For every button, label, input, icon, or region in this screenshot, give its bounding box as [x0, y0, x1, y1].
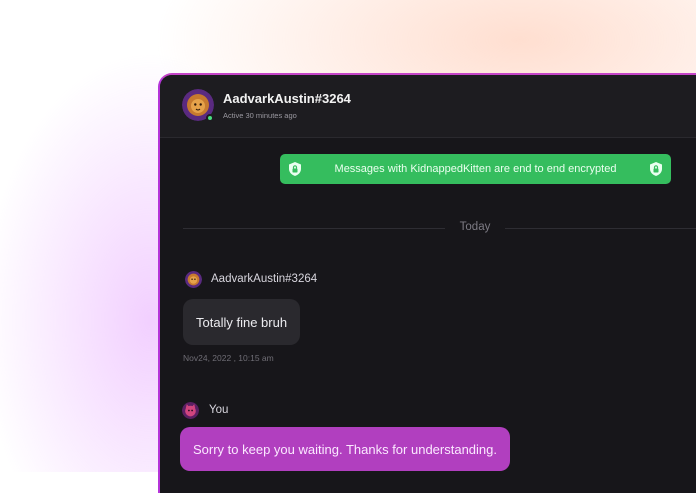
online-status-dot [206, 114, 214, 122]
shield-lock-icon [650, 162, 662, 176]
message-sender-name: AadvarkAustin#3264 [211, 273, 318, 285]
contact-status: Active 30 minutes ago [223, 111, 297, 120]
cat-avatar-icon [182, 402, 199, 419]
user-avatar[interactable] [182, 402, 199, 419]
lion-avatar-icon [185, 271, 202, 288]
chat-header: AadvarkAustin#3264 Active 30 minutes ago [160, 75, 696, 138]
encryption-banner-text: Messages with KidnappedKitten are end to… [334, 163, 617, 175]
shield-lock-icon [289, 162, 301, 176]
chat-window: AadvarkAustin#3264 Active 30 minutes ago… [158, 73, 696, 493]
date-divider-line-left [183, 228, 445, 229]
message-sender-name: You [209, 404, 229, 416]
date-divider-line-right [505, 228, 696, 229]
contact-name[interactable]: AadvarkAustin#3264 [223, 91, 351, 106]
outgoing-message-bubble[interactable]: Sorry to keep you waiting. Thanks for un… [180, 427, 510, 471]
incoming-message-bubble[interactable]: Totally fine bruh [183, 299, 301, 345]
encryption-banner: Messages with KidnappedKitten are end to… [280, 154, 671, 184]
message-timestamp: Nov24, 2022 , 10:15 am [183, 353, 274, 363]
sender-avatar[interactable] [185, 271, 202, 288]
date-divider-label: Today [459, 221, 491, 233]
